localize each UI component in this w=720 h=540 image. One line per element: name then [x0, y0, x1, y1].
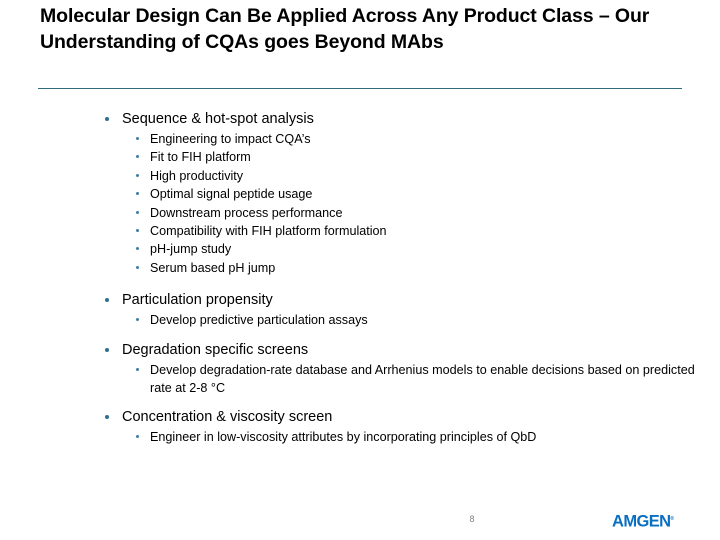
bullet-dot-icon [105, 347, 109, 352]
bullet-level2-label: Downstream process performance [150, 205, 343, 220]
bullet-level2: Compatibility with FIH platform formulat… [100, 222, 700, 240]
bullet-dot-icon [136, 229, 139, 233]
bullet-level1: Concentration & viscosity screen [100, 408, 700, 427]
bullet-level2: Develop degradation-rate database and Ar… [100, 361, 700, 398]
bullet-level2-label: High productivity [150, 168, 244, 183]
bullet-group: Degradation specific screens Develop deg… [100, 341, 700, 398]
bullet-level2: High productivity [100, 167, 700, 185]
page-number: 8 [469, 514, 475, 524]
title-divider-rule [38, 88, 682, 89]
bullet-dot-icon [136, 265, 139, 269]
bullet-dot-icon [105, 415, 109, 420]
bullet-level2-list: Engineer in low-viscosity attributes by … [100, 428, 700, 446]
registered-trademark-icon: ® [670, 516, 675, 522]
bullet-level1-label: Degradation specific screens [122, 341, 309, 358]
bullet-group: Concentration & viscosity screen Enginee… [100, 408, 700, 446]
slide-body: Sequence & hot-spot analysis Engineering… [100, 110, 700, 447]
bullet-dot-icon [136, 210, 139, 214]
bullet-level1-label: Sequence & hot-spot analysis [122, 111, 314, 127]
bullet-level2-label: Serum based pH jump [150, 260, 276, 275]
bullet-level2-label: Fit to FIH platform [150, 150, 251, 165]
bullet-dot-icon [136, 192, 139, 196]
slide-title-block: Molecular Design Can Be Applied Across A… [40, 4, 688, 55]
bullet-level2: Optimal signal peptide usage [100, 185, 700, 203]
bullet-level2: Engineering to impact CQA’s [100, 130, 700, 148]
bullet-group: Particulation propensity Develop predict… [100, 291, 700, 329]
bullet-level1-label: Particulation propensity [122, 292, 273, 309]
bullet-level1: Particulation propensity [100, 291, 700, 310]
bullet-level2-label: Develop predictive particulation assays [150, 313, 368, 328]
bullet-level2: Downstream process performance [100, 204, 700, 222]
bullet-dot-icon [136, 137, 139, 140]
bullet-level1-label: Concentration & viscosity screen [122, 409, 333, 426]
bullet-level2-label: Optimal signal peptide usage [150, 187, 313, 202]
bullet-level2-label: Compatibility with FIH platform formulat… [150, 224, 387, 239]
page-title: Molecular Design Can Be Applied Across A… [40, 5, 650, 53]
bullet-dot-icon [105, 117, 109, 121]
bullet-dot-icon [136, 318, 139, 322]
bullet-level2-label: pH-jump study [150, 242, 232, 257]
bullet-dot-icon [136, 155, 139, 159]
slide-canvas: Molecular Design Can Be Applied Across A… [0, 0, 720, 540]
bullet-level2: Serum based pH jump [100, 259, 700, 277]
bullet-level2: Develop predictive particulation assays [100, 311, 700, 329]
bullet-level2: Fit to FIH platform [100, 148, 700, 166]
bullet-dot-icon [105, 298, 109, 303]
bullet-dot-icon [136, 173, 139, 177]
bullet-level2-label: Engineering to impact CQA’s [150, 132, 311, 146]
amgen-logo-text: AMGEN [612, 512, 671, 531]
bullet-level2-list: Develop predictive particulation assays [100, 311, 700, 329]
bullet-dot-icon [136, 367, 139, 371]
bullet-level2-label: Engineer in low-viscosity attributes by … [150, 430, 537, 445]
bullet-dot-icon [136, 247, 139, 251]
bullet-level2: pH-jump study [100, 240, 700, 258]
bullet-level1: Sequence & hot-spot analysis [100, 110, 700, 129]
amgen-logo: AMGEN® [612, 510, 674, 531]
bullet-dot-icon [136, 435, 139, 439]
bullet-level2: Engineer in low-viscosity attributes by … [100, 428, 700, 446]
bullet-level1: Degradation specific screens [100, 341, 700, 360]
bullet-level2-list: Develop degradation-rate database and Ar… [100, 361, 700, 398]
bullet-level2-list: Engineering to impact CQA’s Fit to FIH p… [100, 130, 700, 277]
bullet-level2-label: Develop degradation-rate database and Ar… [150, 362, 695, 396]
bullet-group: Sequence & hot-spot analysis Engineering… [100, 110, 700, 277]
